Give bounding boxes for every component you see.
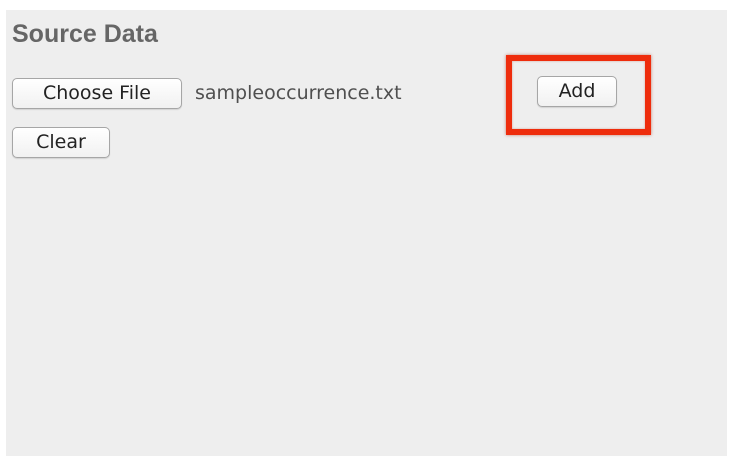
selected-file-name: sampleoccurrence.txt (195, 82, 402, 104)
clear-button[interactable]: Clear (12, 127, 110, 158)
add-button[interactable]: Add (537, 76, 617, 107)
choose-file-button[interactable]: Choose File (12, 78, 182, 109)
source-data-panel (6, 10, 727, 456)
source-data-title: Source Data (12, 20, 158, 48)
